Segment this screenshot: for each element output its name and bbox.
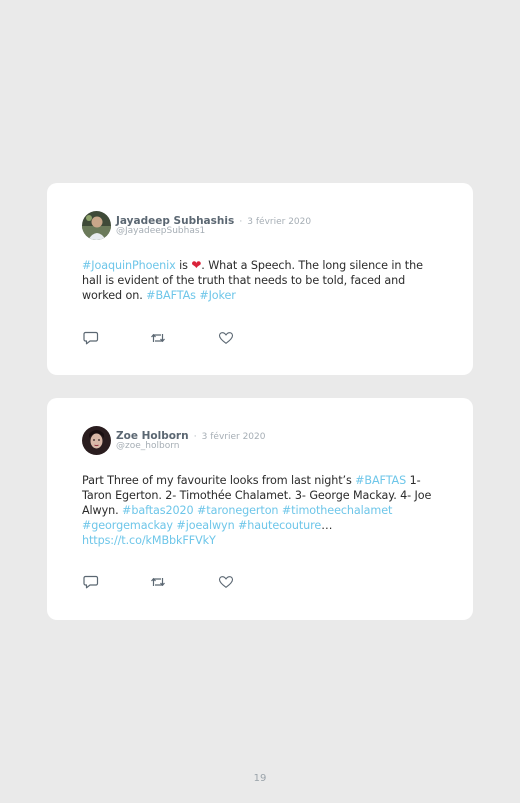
tweet-text: Part Three of my favourite looks from la… <box>82 473 442 548</box>
hashtag-link[interactable]: #baftas2020 <box>122 504 194 517</box>
hashtag-link[interactable]: #hautecouture <box>238 519 321 532</box>
red-heart-emoji: ❤ <box>191 258 202 272</box>
separator-dot: · <box>239 217 243 227</box>
hashtag-link[interactable]: #Joker <box>199 289 236 302</box>
url-link[interactable]: https://t.co/kMBbkFFVkY <box>82 534 216 547</box>
hashtag-link[interactable]: #timotheechalamet <box>282 504 392 517</box>
retweet-icon[interactable] <box>150 575 166 589</box>
tweet-date[interactable]: 3 février 2020 <box>247 217 311 227</box>
author-handle[interactable]: @zoe_holborn <box>116 441 179 452</box>
text-segment: is <box>175 259 192 272</box>
avatar[interactable] <box>82 211 111 240</box>
hashtag-link[interactable]: #georgemackay <box>82 519 173 532</box>
retweet-icon[interactable] <box>150 331 166 345</box>
reply-icon[interactable] <box>83 575 99 589</box>
tweet-card: Zoe Holborn · 3 février 2020 @zoe_holbor… <box>47 398 473 620</box>
tweet-text: #JoaquinPhoenix is ❤. What a Speech. The… <box>82 258 442 303</box>
tweet-date[interactable]: 3 février 2020 <box>202 432 266 442</box>
heart-icon[interactable] <box>218 331 234 345</box>
page-number: 19 <box>253 773 267 784</box>
text-segment: … <box>321 519 333 532</box>
hashtag-link[interactable]: #BAFTAS <box>355 474 406 487</box>
tweet-card: Jayadeep Subhashis · 3 février 2020 @Jay… <box>47 183 473 375</box>
avatar[interactable] <box>82 426 111 455</box>
hashtag-link[interactable]: #JoaquinPhoenix <box>82 259 176 272</box>
hashtag-link[interactable]: #BAFTAs <box>146 289 196 302</box>
hashtag-link[interactable]: #taronegerton <box>197 504 279 517</box>
hashtag-link[interactable]: #joealwyn <box>176 519 234 532</box>
separator-dot: · <box>193 432 197 442</box>
reply-icon[interactable] <box>83 331 99 345</box>
text-segment: Part Three of my favourite looks from la… <box>82 474 356 487</box>
heart-icon[interactable] <box>218 575 234 589</box>
author-handle[interactable]: @JayadeepSubhas1 <box>116 226 205 237</box>
